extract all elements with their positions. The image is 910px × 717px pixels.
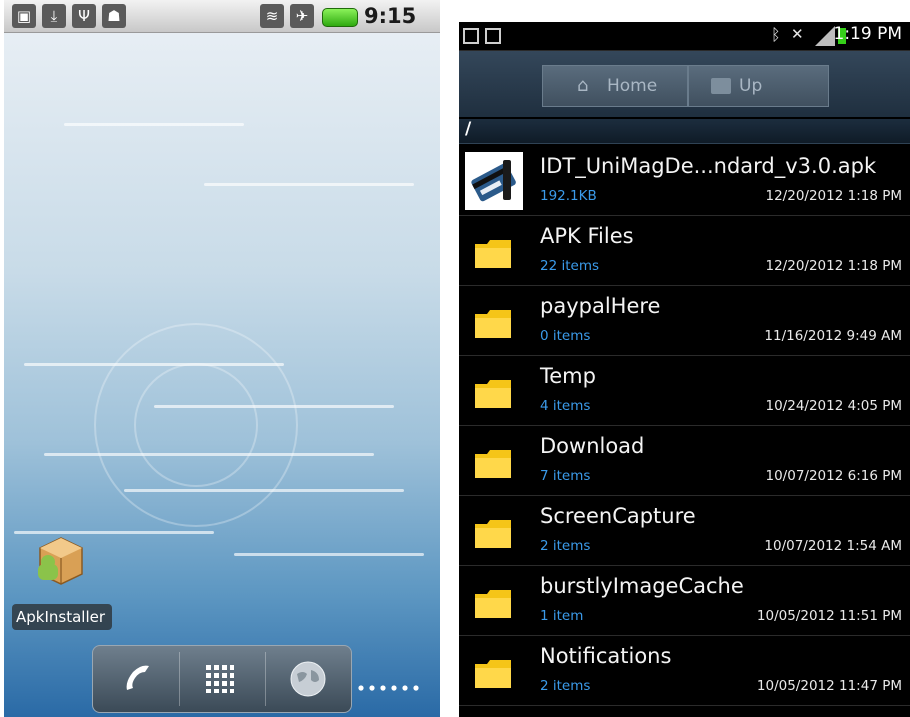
toolbar: ⌂ Home Up	[459, 51, 910, 117]
folder-icon	[475, 450, 511, 478]
folder-icon	[475, 240, 511, 268]
dock	[92, 645, 352, 713]
phone-icon[interactable]	[121, 662, 155, 700]
up-button[interactable]: Up	[688, 65, 829, 107]
current-path: /	[465, 119, 472, 139]
folder-date: 12/20/2012 1:18 PM	[765, 258, 903, 274]
folder-name: APK Files	[540, 224, 634, 248]
browser-globe-icon[interactable]	[289, 660, 327, 702]
home-screen: ▣ ⤓ Ψ ☗ ≋ ✈ 9:15 AM ApkInstaller	[4, 0, 440, 717]
page-indicator[interactable]	[356, 678, 426, 691]
signal-icon	[815, 26, 835, 50]
folder-up-icon	[711, 78, 731, 94]
file-date: 12/20/2012 1:18 PM	[765, 188, 903, 204]
folder-row[interactable]: Notifications 2 items 10/05/2012 11:47 P…	[459, 636, 910, 706]
folder-name: Download	[540, 434, 645, 458]
folder-row[interactable]: ScreenCapture 2 items 10/07/2012 1:54 AM	[459, 496, 910, 566]
download-icon: ⤓	[42, 4, 66, 28]
folder-icon	[475, 590, 511, 618]
file-row[interactable]: IDT_UniMagDe...ndard_v3.0.apk 192.1KB 12…	[459, 146, 910, 216]
apk-file-icon	[465, 152, 523, 210]
folder-row[interactable]: burstlyImageCache 1 item 10/05/2012 11:5…	[459, 566, 910, 636]
battery-icon	[322, 8, 358, 27]
folder-item-count: 2 items	[540, 678, 591, 694]
apk-installer-icon[interactable]	[32, 530, 90, 588]
android-debug-icon: ☗	[102, 4, 126, 28]
home-icon: ⌂	[577, 75, 589, 96]
folder-item-count: 7 items	[540, 468, 591, 484]
folder-item-count: 1 item	[540, 608, 584, 624]
folder-item-count: 4 items	[540, 398, 591, 414]
folder-icon	[475, 660, 511, 688]
folder-row[interactable]: paypalHere 0 items 11/16/2012 9:49 AM	[459, 286, 910, 356]
status-bar: ▣ ⤓ Ψ ☗ ≋ ✈ 9:15 AM	[4, 0, 440, 51]
folder-name: Temp	[540, 364, 596, 388]
status-time: 1:19 PM	[833, 24, 903, 44]
folder-item-count: 22 items	[540, 258, 600, 274]
folder-date: 10/07/2012 6:16 PM	[765, 468, 903, 484]
image-icon	[485, 28, 501, 44]
folder-icon	[475, 520, 511, 548]
home-button-label: Home	[607, 76, 658, 96]
home-button[interactable]: ⌂ Home	[542, 65, 688, 107]
up-button-label: Up	[739, 76, 763, 96]
clock-time: 9:15	[364, 4, 417, 28]
gallery-icon	[463, 28, 479, 44]
folder-name: paypalHere	[540, 294, 661, 318]
wifi-icon: ≋	[260, 4, 284, 28]
folder-date: 10/05/2012 11:51 PM	[756, 608, 902, 624]
bluetooth-icon: ᛒ	[771, 25, 781, 44]
folder-row[interactable]: APK Files 22 items 12/20/2012 1:18 PM	[459, 216, 910, 286]
file-list: IDT_UniMagDe...ndard_v3.0.apk 192.1KB 12…	[459, 146, 910, 706]
folder-date: 11/16/2012 9:49 AM	[764, 328, 902, 344]
file-manager-screen: ᛒ ✕ 1:19 PM ⌂ Home Up / IDT_UniMagDe...n…	[459, 22, 910, 717]
folder-date: 10/24/2012 4:05 PM	[765, 398, 903, 414]
apk-installer-label[interactable]: ApkInstaller	[12, 604, 112, 630]
folder-icon	[475, 380, 511, 408]
folder-item-count: 0 items	[540, 328, 591, 344]
file-detail: 192.1KB	[540, 188, 597, 204]
folder-icon	[475, 310, 511, 338]
folder-name: burstlyImageCache	[540, 574, 744, 598]
mute-icon: ✕	[791, 25, 804, 43]
airplane-icon: ✈	[290, 4, 314, 28]
file-name: IDT_UniMagDe...ndard_v3.0.apk	[540, 154, 877, 178]
folder-item-count: 2 items	[540, 538, 591, 554]
folder-name: Notifications	[540, 644, 672, 668]
folder-date: 10/05/2012 11:47 PM	[756, 678, 902, 694]
status-bar: ᛒ ✕ 1:19 PM	[459, 22, 910, 51]
screenshot-icon: ▣	[12, 4, 36, 28]
path-bar: /	[459, 119, 910, 144]
folder-date: 10/07/2012 1:54 AM	[764, 538, 902, 554]
folder-row[interactable]: Temp 4 items 10/24/2012 4:05 PM	[459, 356, 910, 426]
folder-name: ScreenCapture	[540, 504, 696, 528]
apps-grid-icon[interactable]	[205, 664, 235, 694]
usb-icon: Ψ	[72, 4, 96, 28]
folder-row[interactable]: Download 7 items 10/07/2012 6:16 PM	[459, 426, 910, 496]
